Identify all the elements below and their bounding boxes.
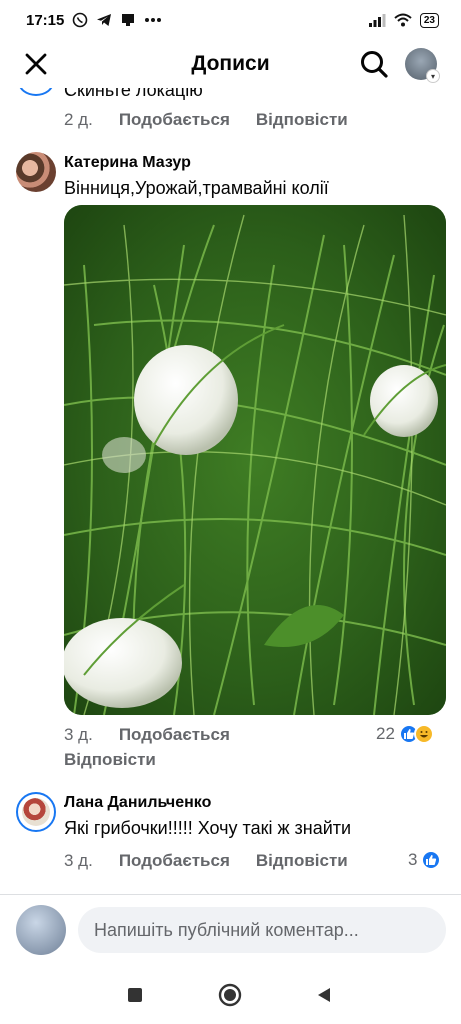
comment-time[interactable]: 3 д. [64, 851, 93, 871]
wifi-icon [394, 13, 412, 27]
comment-time[interactable]: 2 д. [64, 110, 93, 130]
comment-photo[interactable] [64, 205, 446, 715]
square-icon [128, 988, 142, 1002]
system-nav-bar [0, 965, 461, 1024]
circle-icon [218, 983, 242, 1007]
triangle-back-icon [318, 988, 330, 1002]
status-time: 17:15 [26, 11, 65, 29]
page-title: Дописи [191, 52, 270, 75]
comments-feed[interactable]: Скиньте локацію 2 д. Подобається Відпові… [0, 88, 461, 894]
reply-button[interactable]: Відповісти [256, 851, 348, 871]
comment-text: Скиньте локацію [64, 88, 203, 100]
reaction-count: 22 [376, 724, 395, 743]
reaction-count: 3 [408, 850, 418, 869]
avatar[interactable] [16, 152, 56, 192]
comment-actions: 3 д. Подобається Відповісти [64, 851, 374, 871]
recent-apps-button[interactable] [123, 983, 147, 1007]
reaction-summary[interactable]: 3 [408, 850, 442, 870]
battery-indicator: 23 [419, 12, 439, 28]
chevron-down-icon: ▾ [426, 69, 440, 83]
haha-icon [413, 724, 434, 744]
comment-text: Вінниця,Урожай,трамвайні колії [64, 178, 329, 198]
back-button[interactable] [312, 983, 336, 1007]
like-button[interactable]: Подобається [119, 110, 230, 130]
status-bar: 17:15 23 [0, 0, 461, 40]
chat-icon [120, 12, 136, 28]
comment-author[interactable]: Лана Данильченко [64, 794, 211, 812]
search-button[interactable] [358, 48, 390, 80]
reply-button[interactable]: Відповісти [64, 750, 156, 770]
comment-text: Які грибочки!!!!! Хочу такі ж знайти [64, 818, 352, 838]
status-left: 17:15 [26, 12, 162, 29]
comment-actions-secondary: Відповісти [64, 750, 182, 770]
mushrooms-in-grass-image [64, 205, 446, 715]
comment-input[interactable] [78, 907, 446, 953]
status-right: 23 [368, 12, 439, 28]
more-icon [144, 17, 162, 23]
comment-composer [0, 895, 461, 965]
close-icon [25, 53, 47, 75]
viber-icon [72, 12, 88, 28]
close-button[interactable] [22, 50, 50, 78]
home-button[interactable] [218, 983, 242, 1007]
like-button[interactable]: Подобається [119, 725, 230, 745]
comment-author[interactable]: Катерина Мазур [64, 154, 191, 172]
profile-avatar-button[interactable]: ▾ [405, 48, 440, 83]
avatar[interactable] [16, 792, 56, 832]
reaction-summary[interactable]: 22 [376, 724, 434, 744]
signal-icon [368, 13, 386, 27]
like-button[interactable]: Подобається [119, 851, 230, 871]
reply-button[interactable]: Відповісти [256, 110, 348, 130]
comment-actions: 3 д. Подобається [64, 725, 256, 745]
like-icon [421, 850, 442, 870]
app-header: Дописи ▾ [0, 40, 461, 88]
comment-time[interactable]: 3 д. [64, 725, 93, 745]
search-icon [361, 51, 388, 78]
comment-actions: 2 д. Подобається Відповісти [64, 110, 374, 130]
telegram-icon [96, 12, 112, 28]
avatar[interactable] [16, 905, 66, 955]
avatar[interactable] [18, 88, 54, 96]
